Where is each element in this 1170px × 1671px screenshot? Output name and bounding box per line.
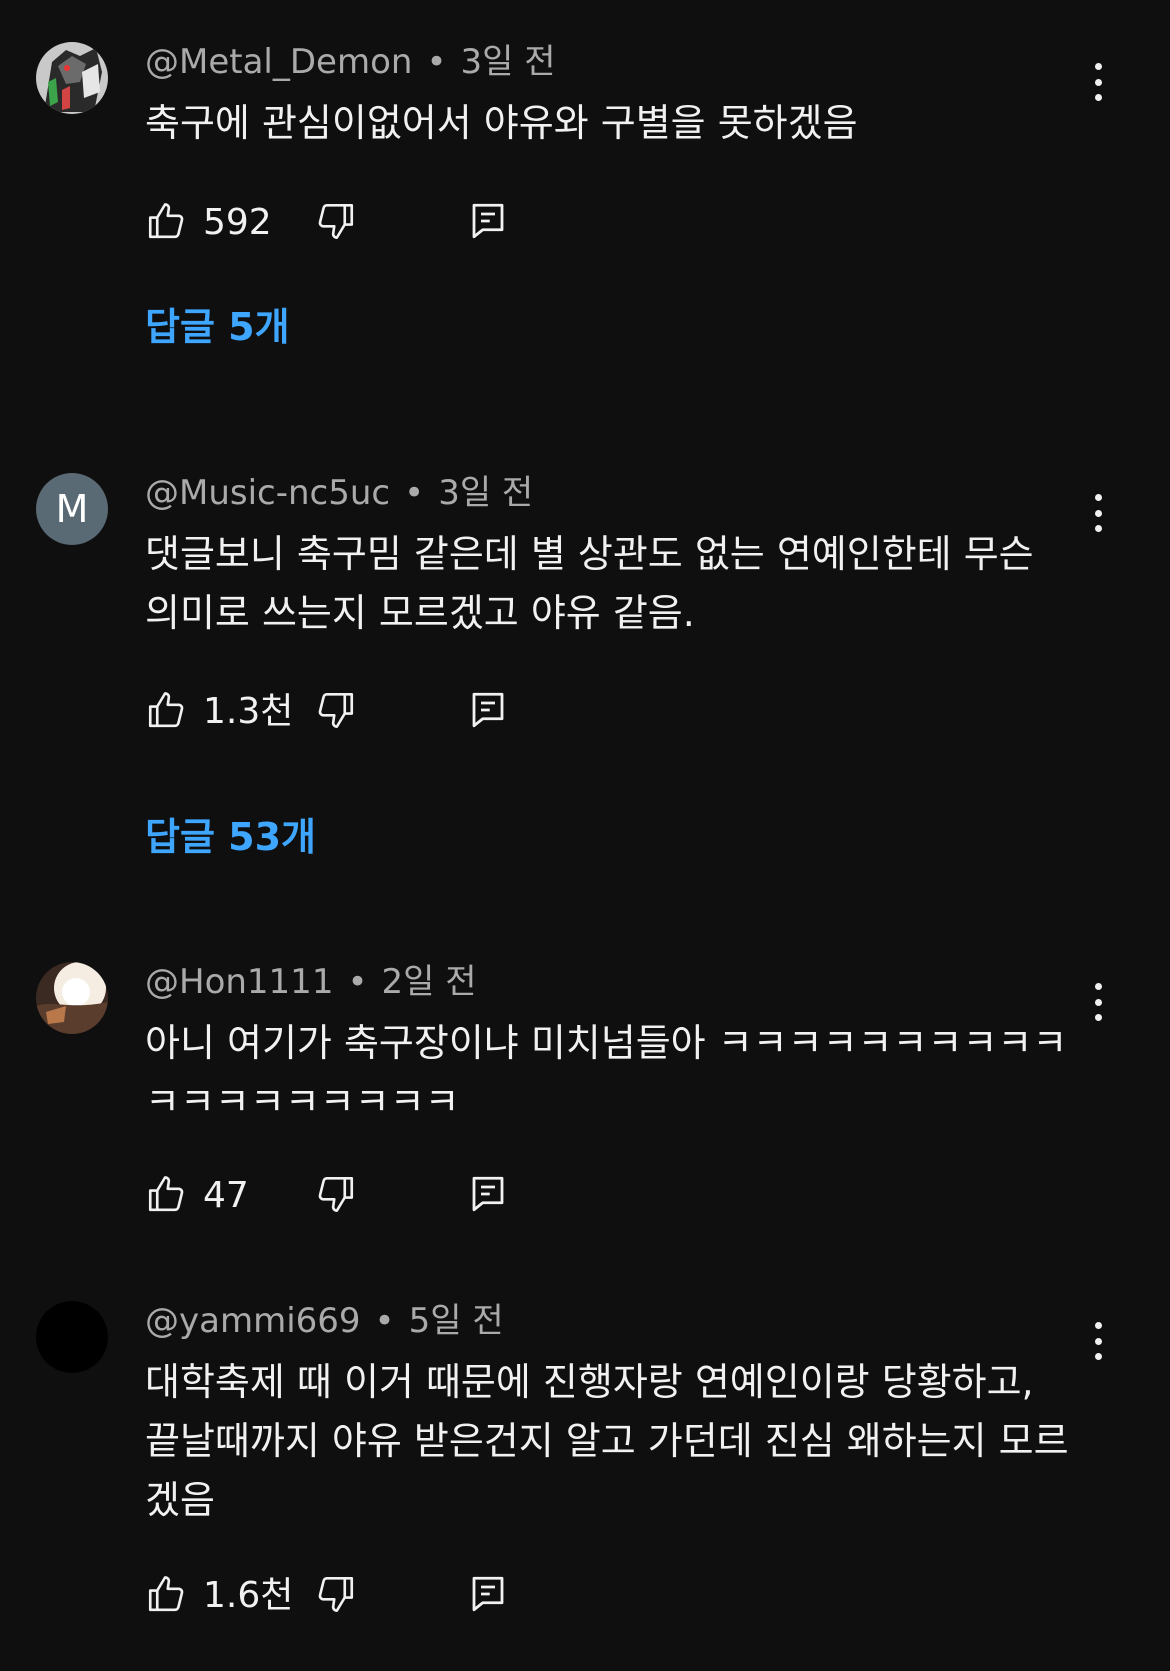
like-count: 1.3천 <box>203 691 294 732</box>
reply-button[interactable] <box>467 200 509 246</box>
like-icon <box>145 1173 187 1219</box>
dislike-icon <box>315 203 357 246</box>
like-button[interactable]: 1.3천 <box>145 689 293 735</box>
comment-actions: 1.6천 <box>145 1573 545 1623</box>
comment-author[interactable]: @Hon1111 <box>145 962 333 1002</box>
dislike-button[interactable] <box>315 1173 357 1219</box>
dislike-button[interactable] <box>315 200 357 246</box>
comment-time[interactable]: 5일 전 <box>409 1301 504 1341</box>
reply-icon <box>467 1576 509 1619</box>
comment-text: 댓글보니 축구밈 같은데 별 상관도 없는 연예인한테 무슨 의미로 쓰는지 모… <box>145 532 1034 635</box>
more-options-icon[interactable] <box>1080 1316 1116 1366</box>
comment-time[interactable]: 3일 전 <box>438 473 533 513</box>
avatar[interactable] <box>36 42 108 114</box>
comment-meta: @Music-nc5uc • 3일 전 <box>145 473 533 513</box>
like-icon <box>145 200 187 246</box>
meta-separator: • <box>404 473 425 513</box>
comment-text: 아니 여기가 축구장이냐 미치넘들아 ㅋㅋㅋㅋㅋㅋㅋㅋㅋㅋㅋㅋㅋㅋㅋㅋㅋㅋㅋ <box>145 1021 1068 1124</box>
like-count: 592 <box>203 202 272 243</box>
comment-meta: @Metal_Demon • 3일 전 <box>145 42 556 82</box>
like-icon <box>145 689 187 735</box>
more-options-icon[interactable] <box>1080 57 1116 107</box>
avatar[interactable] <box>36 962 108 1034</box>
comment-author[interactable]: @Music-nc5uc <box>145 473 390 513</box>
like-count: 1.6천 <box>203 1575 294 1616</box>
comment-author[interactable]: @Metal_Demon <box>145 42 412 82</box>
comment-text: 축구에 관심이없어서 야유와 구별을 못하겠음 <box>145 101 858 145</box>
reply-button[interactable] <box>467 689 509 735</box>
reply-icon <box>467 203 509 246</box>
comment-actions: 592 <box>145 200 545 250</box>
dislike-icon <box>315 1176 357 1219</box>
avatar[interactable] <box>36 1301 108 1373</box>
like-button[interactable]: 592 <box>145 200 272 246</box>
comment-time[interactable]: 3일 전 <box>461 42 556 82</box>
dislike-button[interactable] <box>315 1573 357 1619</box>
meta-separator: • <box>426 42 447 82</box>
more-options-icon[interactable] <box>1080 977 1116 1027</box>
view-replies-button[interactable]: 답글 5개 <box>145 304 290 350</box>
reply-icon <box>467 1176 509 1219</box>
dislike-icon <box>315 1576 357 1619</box>
more-options-icon[interactable] <box>1080 488 1116 538</box>
reply-button[interactable] <box>467 1173 509 1219</box>
comment-meta: @yammi669 • 5일 전 <box>145 1301 504 1341</box>
comment-author[interactable]: @yammi669 <box>145 1301 361 1341</box>
like-button[interactable]: 1.6천 <box>145 1573 293 1619</box>
like-button[interactable]: 47 <box>145 1173 249 1219</box>
like-icon <box>145 1573 187 1619</box>
meta-separator: • <box>347 962 368 1002</box>
dislike-button[interactable] <box>315 689 357 735</box>
avatar[interactable]: M <box>36 473 108 545</box>
like-count: 47 <box>203 1175 249 1216</box>
comment-text: 대학축제 때 이거 때문에 진행자랑 연예인이랑 당황하고, 끝날때까지 야유 … <box>145 1360 1069 1522</box>
comment-actions: 47 <box>145 1173 545 1223</box>
comment-time[interactable]: 2일 전 <box>382 962 477 1002</box>
comment-actions: 1.3천 <box>145 689 545 739</box>
view-replies-button[interactable]: 답글 53개 <box>145 814 316 860</box>
meta-separator: • <box>374 1301 395 1341</box>
dislike-icon <box>315 692 357 735</box>
reply-icon <box>467 692 509 735</box>
reply-button[interactable] <box>467 1573 509 1619</box>
comment-meta: @Hon1111 • 2일 전 <box>145 962 477 1002</box>
